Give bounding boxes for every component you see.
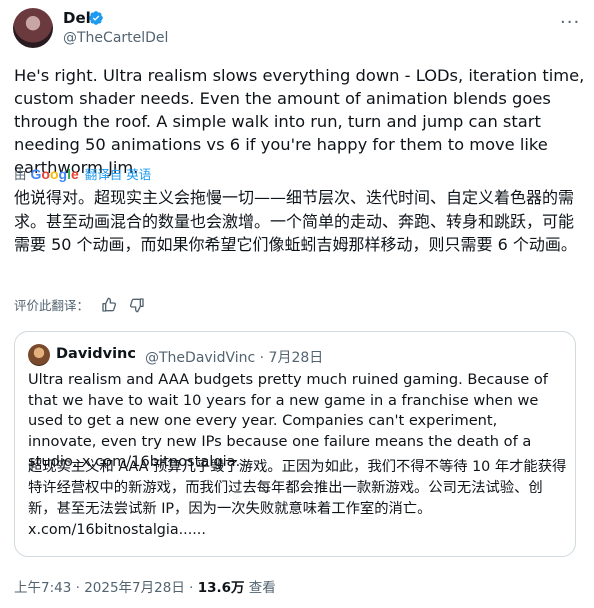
views-label: 查看 xyxy=(244,580,276,596)
tweet-text-translated: 他说得对。超现实主义会拖慢一切——细节层次、迭代时间、自定义着色器的需求。甚至动… xyxy=(14,188,577,254)
view-count: 13.6万 xyxy=(197,580,245,596)
quoted-tweet[interactable]: Davidvinc @TheDavidVinc · 7月28日 Ultra re… xyxy=(14,331,576,557)
quoted-author-name: Davidvinc xyxy=(56,346,136,362)
google-logo-icon: Google xyxy=(30,165,79,182)
author-avatar[interactable] xyxy=(13,8,53,48)
tweet-text-original: He's right. Ultra realism slows everythi… xyxy=(14,66,585,177)
rate-translation: 评价此翻译： xyxy=(14,295,145,314)
author-name[interactable]: Del xyxy=(63,9,91,27)
quoted-author-handle-date: @TheDavidVinc · 7月28日 xyxy=(145,350,324,366)
translated-by-label: 由 xyxy=(14,167,27,182)
tweet-meta: 上午7:43 · 2025年7月28日 · 13.6万 查看 xyxy=(14,576,276,596)
thumbs-down-icon[interactable] xyxy=(129,297,145,313)
quoted-author-avatar xyxy=(28,344,50,366)
verified-badge-icon xyxy=(89,11,103,25)
thumbs-up-icon[interactable] xyxy=(101,297,117,313)
quoted-text-translated: 超现实主义和 AAA 预算几乎毁了游戏。正因为如此，我们不得不等待 10 年才能… xyxy=(28,459,567,538)
author-handle[interactable]: @TheCartelDel xyxy=(63,30,168,46)
timestamp-link[interactable]: 上午7:43 · 2025年7月28日 · xyxy=(14,580,198,596)
rate-translation-label: 评价此翻译： xyxy=(14,298,90,313)
translated-from-link[interactable]: 翻译自 英语 xyxy=(85,164,151,183)
translation-attribution: 由 Google 翻译自 英语 xyxy=(14,164,151,183)
more-horizontal-icon[interactable]: ··· xyxy=(560,12,580,33)
